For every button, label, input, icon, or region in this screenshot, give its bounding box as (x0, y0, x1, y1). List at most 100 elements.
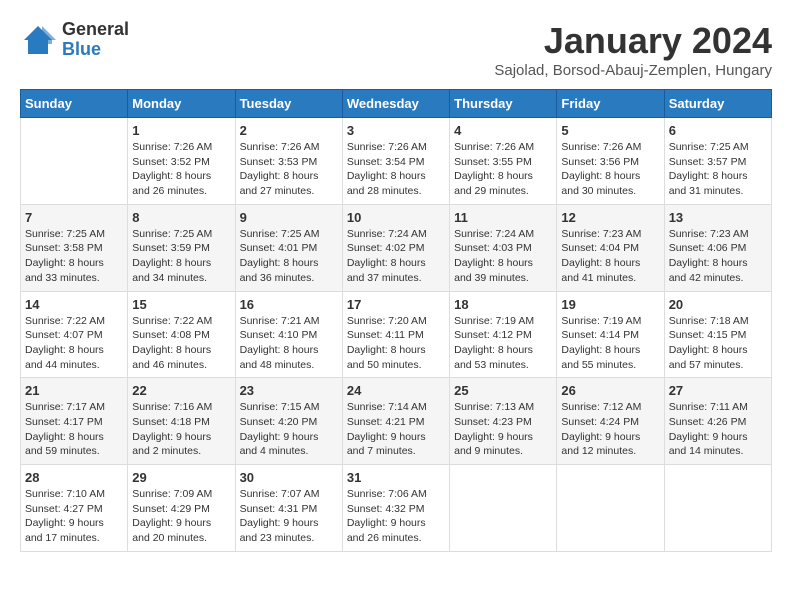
header-cell-monday: Monday (128, 90, 235, 118)
day-info: Sunrise: 7:15 AM Sunset: 4:20 PM Dayligh… (240, 400, 338, 459)
day-number: 16 (240, 297, 338, 312)
day-info: Sunrise: 7:23 AM Sunset: 4:06 PM Dayligh… (669, 227, 767, 286)
day-cell: 9 Sunrise: 7:25 AM Sunset: 4:01 PM Daylig… (235, 204, 342, 291)
day-info: Sunrise: 7:10 AM Sunset: 4:27 PM Dayligh… (25, 487, 123, 546)
day-number: 22 (132, 383, 230, 398)
day-number: 30 (240, 470, 338, 485)
day-number: 4 (454, 123, 552, 138)
day-cell: 12Sunrise: 7:23 AM Sunset: 4:04 PM Dayli… (557, 204, 664, 291)
day-number: 15 (132, 297, 230, 312)
day-number: 28 (25, 470, 123, 485)
week-row-2: 7 Sunrise: 7:25 AM Sunset: 3:58 PM Daylig… (21, 204, 772, 291)
logo-general-text: General (62, 20, 129, 40)
day-number: 5 (561, 123, 659, 138)
day-cell: 24Sunrise: 7:14 AM Sunset: 4:21 PM Dayli… (342, 378, 449, 465)
day-info: Sunrise: 7:24 AM Sunset: 4:03 PM Dayligh… (454, 227, 552, 286)
day-info: Sunrise: 7:21 AM Sunset: 4:10 PM Dayligh… (240, 314, 338, 373)
day-cell: 2 Sunrise: 7:26 AM Sunset: 3:53 PM Daylig… (235, 118, 342, 205)
day-number: 6 (669, 123, 767, 138)
page-header: General Blue January 2024 Sajolad, Borso… (20, 20, 772, 79)
logo-text: General Blue (62, 20, 129, 60)
day-cell: 8 Sunrise: 7:25 AM Sunset: 3:59 PM Daylig… (128, 204, 235, 291)
day-cell: 1Sunrise: 7:26 AM Sunset: 3:52 PM Daylig… (128, 118, 235, 205)
day-cell: 11Sunrise: 7:24 AM Sunset: 4:03 PM Dayli… (450, 204, 557, 291)
logo-icon (20, 22, 56, 58)
day-number: 20 (669, 297, 767, 312)
day-cell: 30 Sunrise: 7:07 AM Sunset: 4:31 PM Dayli… (235, 465, 342, 552)
day-cell: 4 Sunrise: 7:26 AM Sunset: 3:55 PM Daylig… (450, 118, 557, 205)
day-info: Sunrise: 7:16 AM Sunset: 4:18 PM Dayligh… (132, 400, 230, 459)
day-number: 21 (25, 383, 123, 398)
day-info: Sunrise: 7:25 AM Sunset: 4:01 PM Dayligh… (240, 227, 338, 286)
day-info: Sunrise: 7:22 AM Sunset: 4:08 PM Dayligh… (132, 314, 230, 373)
day-number: 7 (25, 210, 123, 225)
day-info: Sunrise: 7:07 AM Sunset: 4:31 PM Dayligh… (240, 487, 338, 546)
day-cell: 6 Sunrise: 7:25 AM Sunset: 3:57 PM Daylig… (664, 118, 771, 205)
day-info: Sunrise: 7:24 AM Sunset: 4:02 PM Dayligh… (347, 227, 445, 286)
day-cell: 26 Sunrise: 7:12 AM Sunset: 4:24 PM Dayli… (557, 378, 664, 465)
day-info: Sunrise: 7:19 AM Sunset: 4:12 PM Dayligh… (454, 314, 552, 373)
day-number: 29 (132, 470, 230, 485)
calendar-table: SundayMondayTuesdayWednesdayThursdayFrid… (20, 89, 772, 552)
day-number: 23 (240, 383, 338, 398)
day-info: Sunrise: 7:18 AM Sunset: 4:15 PM Dayligh… (669, 314, 767, 373)
day-cell: 21 Sunrise: 7:17 AM Sunset: 4:17 PM Dayli… (21, 378, 128, 465)
header-cell-tuesday: Tuesday (235, 90, 342, 118)
day-number: 13 (669, 210, 767, 225)
logo: General Blue (20, 20, 129, 60)
day-cell: 13 Sunrise: 7:23 AM Sunset: 4:06 PM Dayli… (664, 204, 771, 291)
day-cell (21, 118, 128, 205)
day-info: Sunrise: 7:11 AM Sunset: 4:26 PM Dayligh… (669, 400, 767, 459)
day-info: Sunrise: 7:26 AM Sunset: 3:53 PM Dayligh… (240, 140, 338, 199)
day-info: Sunrise: 7:19 AM Sunset: 4:14 PM Dayligh… (561, 314, 659, 373)
week-row-5: 28 Sunrise: 7:10 AM Sunset: 4:27 PM Dayli… (21, 465, 772, 552)
day-cell: 10Sunrise: 7:24 AM Sunset: 4:02 PM Dayli… (342, 204, 449, 291)
title-block: January 2024 Sajolad, Borsod-Abauj-Zempl… (494, 20, 772, 79)
day-number: 31 (347, 470, 445, 485)
week-row-1: 1Sunrise: 7:26 AM Sunset: 3:52 PM Daylig… (21, 118, 772, 205)
day-info: Sunrise: 7:26 AM Sunset: 3:52 PM Dayligh… (132, 140, 230, 199)
day-cell: 23 Sunrise: 7:15 AM Sunset: 4:20 PM Dayli… (235, 378, 342, 465)
day-cell: 5Sunrise: 7:26 AM Sunset: 3:56 PM Daylig… (557, 118, 664, 205)
day-cell: 20 Sunrise: 7:18 AM Sunset: 4:15 PM Dayli… (664, 291, 771, 378)
day-info: Sunrise: 7:06 AM Sunset: 4:32 PM Dayligh… (347, 487, 445, 546)
day-cell: 17 Sunrise: 7:20 AM Sunset: 4:11 PM Dayli… (342, 291, 449, 378)
day-number: 14 (25, 297, 123, 312)
month-title: January 2024 (494, 20, 772, 62)
day-info: Sunrise: 7:17 AM Sunset: 4:17 PM Dayligh… (25, 400, 123, 459)
header-cell-sunday: Sunday (21, 90, 128, 118)
logo-blue-text: Blue (62, 40, 129, 60)
day-cell: 28 Sunrise: 7:10 AM Sunset: 4:27 PM Dayli… (21, 465, 128, 552)
day-info: Sunrise: 7:20 AM Sunset: 4:11 PM Dayligh… (347, 314, 445, 373)
calendar-header: SundayMondayTuesdayWednesdayThursdayFrid… (21, 90, 772, 118)
day-info: Sunrise: 7:25 AM Sunset: 3:59 PM Dayligh… (132, 227, 230, 286)
day-cell: 19Sunrise: 7:19 AM Sunset: 4:14 PM Dayli… (557, 291, 664, 378)
day-number: 25 (454, 383, 552, 398)
day-number: 2 (240, 123, 338, 138)
day-info: Sunrise: 7:12 AM Sunset: 4:24 PM Dayligh… (561, 400, 659, 459)
day-cell: 15 Sunrise: 7:22 AM Sunset: 4:08 PM Dayli… (128, 291, 235, 378)
day-number: 27 (669, 383, 767, 398)
day-info: Sunrise: 7:13 AM Sunset: 4:23 PM Dayligh… (454, 400, 552, 459)
day-cell (664, 465, 771, 552)
day-cell: 31 Sunrise: 7:06 AM Sunset: 4:32 PM Dayli… (342, 465, 449, 552)
day-info: Sunrise: 7:25 AM Sunset: 3:58 PM Dayligh… (25, 227, 123, 286)
day-cell: 16 Sunrise: 7:21 AM Sunset: 4:10 PM Dayli… (235, 291, 342, 378)
day-cell (450, 465, 557, 552)
day-cell: 25 Sunrise: 7:13 AM Sunset: 4:23 PM Dayli… (450, 378, 557, 465)
header-cell-wednesday: Wednesday (342, 90, 449, 118)
day-number: 18 (454, 297, 552, 312)
day-cell: 27 Sunrise: 7:11 AM Sunset: 4:26 PM Dayli… (664, 378, 771, 465)
day-cell: 29Sunrise: 7:09 AM Sunset: 4:29 PM Dayli… (128, 465, 235, 552)
day-info: Sunrise: 7:25 AM Sunset: 3:57 PM Dayligh… (669, 140, 767, 199)
day-info: Sunrise: 7:26 AM Sunset: 3:55 PM Dayligh… (454, 140, 552, 199)
day-info: Sunrise: 7:14 AM Sunset: 4:21 PM Dayligh… (347, 400, 445, 459)
header-cell-friday: Friday (557, 90, 664, 118)
day-cell: 7 Sunrise: 7:25 AM Sunset: 3:58 PM Daylig… (21, 204, 128, 291)
day-number: 8 (132, 210, 230, 225)
day-number: 9 (240, 210, 338, 225)
day-number: 26 (561, 383, 659, 398)
day-number: 17 (347, 297, 445, 312)
day-info: Sunrise: 7:22 AM Sunset: 4:07 PM Dayligh… (25, 314, 123, 373)
day-info: Sunrise: 7:23 AM Sunset: 4:04 PM Dayligh… (561, 227, 659, 286)
